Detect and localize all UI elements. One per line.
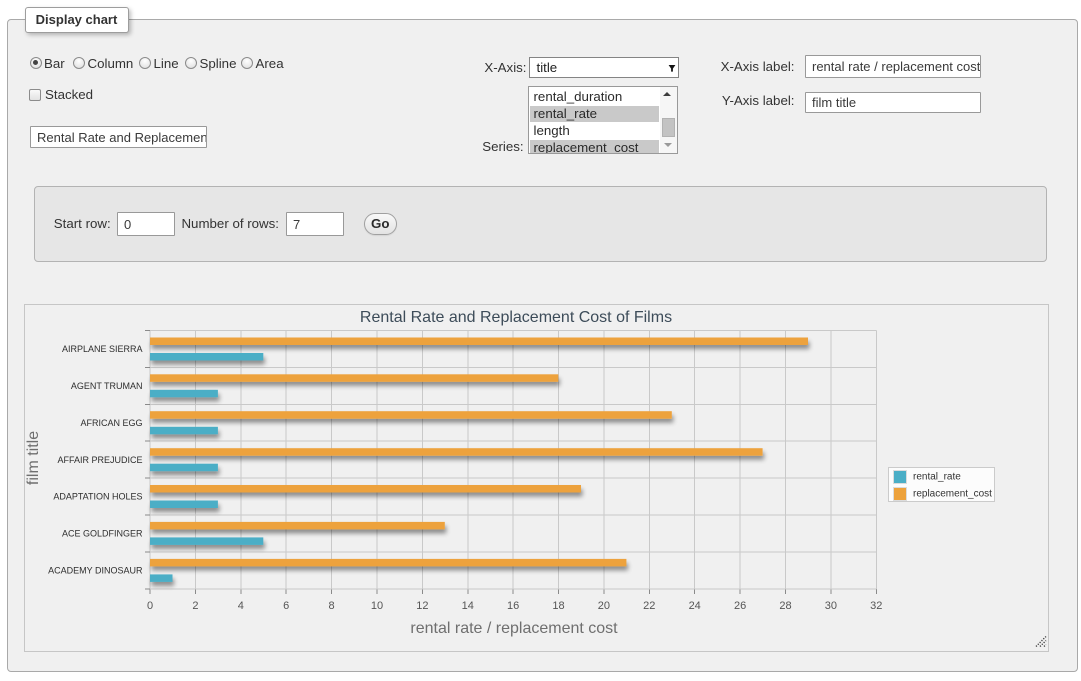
svg-text:rental rate / replacement cost: rental rate / replacement cost [410, 620, 618, 637]
svg-text:Rental Rate and Replacement Co: Rental Rate and Replacement Cost of Film… [360, 309, 672, 326]
svg-text:32: 32 [870, 600, 882, 612]
svg-text:2: 2 [192, 600, 198, 612]
svg-text:AIRPLANE SIERRA: AIRPLANE SIERRA [62, 344, 143, 354]
svg-text:0: 0 [147, 600, 153, 612]
svg-text:film title: film title [25, 431, 42, 485]
svg-text:6: 6 [283, 600, 289, 612]
svg-text:rental_rate: rental_rate [913, 472, 961, 483]
svg-text:AGENT TRUMAN: AGENT TRUMAN [71, 381, 143, 391]
svg-text:16: 16 [507, 600, 519, 612]
svg-text:30: 30 [825, 600, 837, 612]
svg-text:8: 8 [329, 600, 335, 612]
svg-text:4: 4 [238, 600, 244, 612]
svg-text:10: 10 [371, 600, 383, 612]
svg-text:20: 20 [598, 600, 610, 612]
svg-text:24: 24 [689, 600, 701, 612]
svg-text:22: 22 [643, 600, 655, 612]
svg-text:AFRICAN EGG: AFRICAN EGG [80, 418, 142, 428]
svg-text:AFFAIR PREJUDICE: AFFAIR PREJUDICE [57, 455, 142, 465]
svg-text:12: 12 [416, 600, 428, 612]
svg-text:14: 14 [462, 600, 474, 612]
svg-text:26: 26 [734, 600, 746, 612]
svg-text:ADAPTATION HOLES: ADAPTATION HOLES [53, 492, 142, 502]
svg-text:18: 18 [552, 600, 564, 612]
svg-text:replacement_cost: replacement_cost [913, 489, 992, 500]
svg-text:ACE GOLDFINGER: ACE GOLDFINGER [62, 529, 143, 539]
svg-text:28: 28 [779, 600, 791, 612]
svg-text:ACADEMY DINOSAUR: ACADEMY DINOSAUR [48, 566, 143, 576]
